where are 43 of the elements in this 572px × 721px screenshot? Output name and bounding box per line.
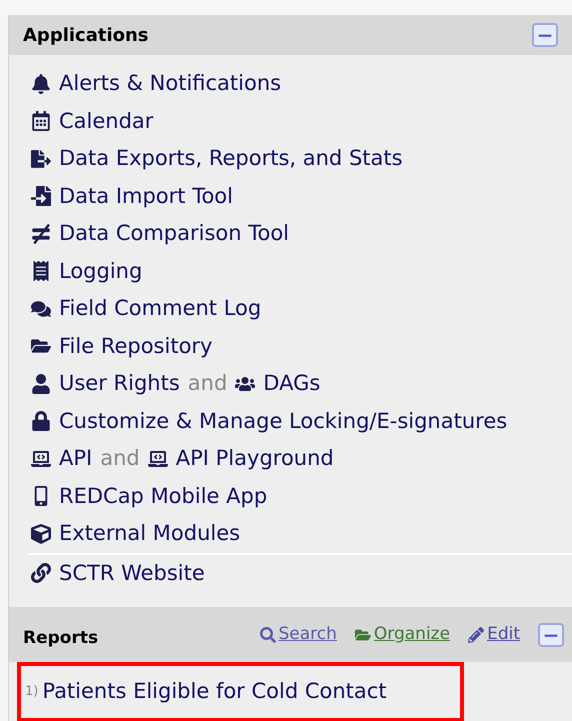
app-link[interactable]: Logging — [31, 256, 142, 287]
laptop-code-icon — [148, 448, 168, 469]
app-link[interactable]: DAGs — [235, 368, 320, 400]
app-link[interactable]: External Modules — [31, 518, 240, 550]
comments-icon — [31, 298, 51, 319]
app-link[interactable]: SCTR Website — [31, 558, 205, 589]
cube-icon — [31, 524, 51, 544]
panel-title: Reports — [23, 626, 98, 650]
joiner-text: and — [100, 445, 140, 472]
app-link[interactable]: Customize & Manage Locking/E-signatures — [31, 406, 508, 437]
header-link[interactable]: Search — [260, 622, 337, 648]
header-link[interactable]: Organize — [354, 622, 450, 648]
pencil-icon — [468, 626, 484, 642]
app-link[interactable]: File Repository — [31, 330, 212, 362]
app-link[interactable]: Data Comparison Tool — [31, 218, 290, 250]
header-link[interactable]: Edit — [468, 622, 520, 648]
app-link[interactable]: Calendar — [31, 106, 154, 137]
app-link[interactable]: Data Import Tool — [31, 180, 233, 212]
app-link[interactable]: Field Comment Log — [31, 293, 262, 324]
file-import-icon — [31, 186, 51, 206]
user-icon — [31, 374, 51, 394]
lock-icon — [31, 411, 51, 432]
bell-icon — [31, 74, 51, 94]
receipt-icon — [31, 261, 51, 282]
laptop-code-icon — [31, 448, 51, 469]
search-icon — [260, 626, 276, 642]
app-link[interactable]: User Rights — [31, 368, 180, 400]
not-equal-icon — [31, 224, 51, 244]
panel-title: Applications — [23, 24, 149, 48]
collapse-button[interactable]: − — [532, 23, 558, 47]
app-link[interactable]: Data Exports, Reports, and Stats — [31, 143, 403, 174]
app-link[interactable]: API — [31, 443, 92, 474]
joiner-text: and — [188, 370, 228, 397]
report-number: 1) — [25, 683, 38, 702]
link-icon — [31, 563, 51, 584]
calendar-icon — [31, 111, 51, 132]
file-export-icon — [31, 148, 51, 169]
collapse-button[interactable]: − — [538, 622, 564, 646]
app-link[interactable]: API Playground — [148, 443, 334, 474]
folder-icon — [354, 626, 371, 642]
app-link[interactable]: Alerts & Notifications — [31, 68, 282, 100]
report-link[interactable]: Patients Eligible for Cold Contact — [42, 676, 387, 708]
app-link[interactable]: REDCap Mobile App — [31, 480, 268, 512]
